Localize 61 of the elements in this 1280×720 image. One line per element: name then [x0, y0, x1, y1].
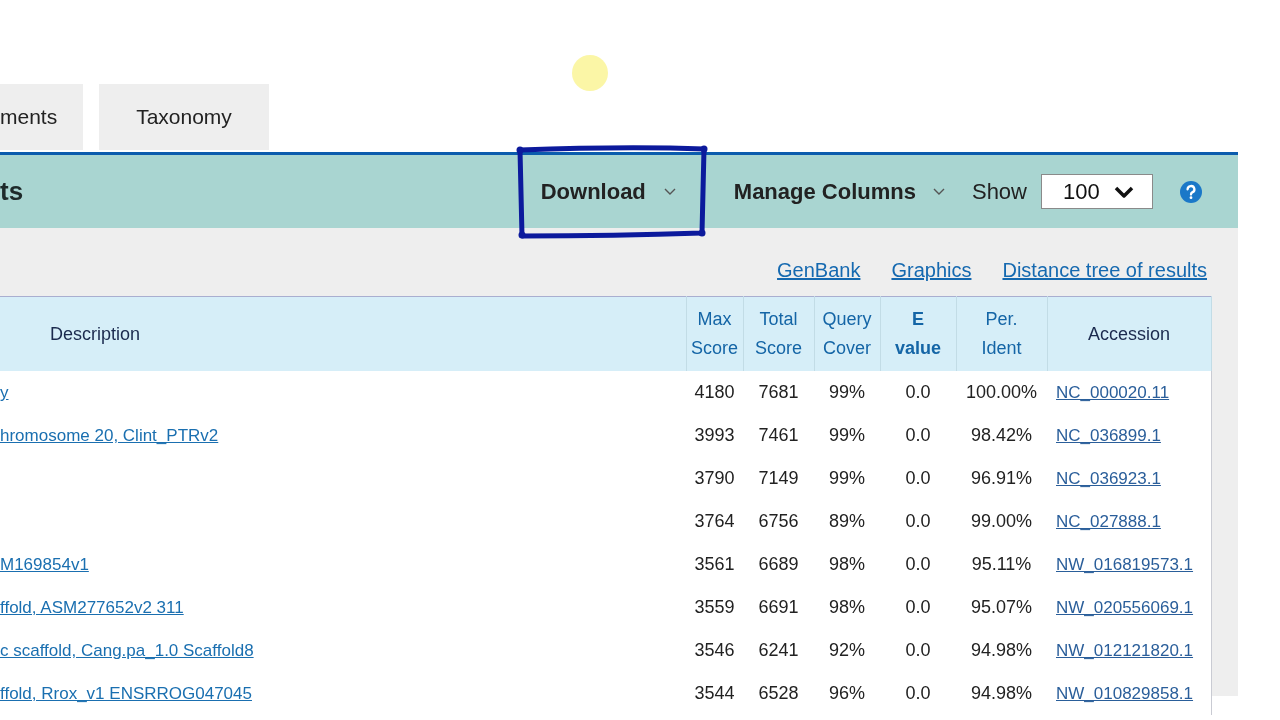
description-link[interactable]: ffold, Rrox_v1 ENSRROG047045	[0, 684, 252, 703]
table-cell: 6691	[743, 586, 814, 629]
table-cell: 92%	[814, 629, 880, 672]
results-link[interactable]: Distance tree of results	[1002, 259, 1207, 282]
tab[interactable]: ments	[0, 84, 83, 150]
table-cell: 0.0	[880, 586, 956, 629]
table-cell: 3993	[686, 414, 743, 457]
table-cell: 98%	[814, 543, 880, 586]
table-cell: 99.00%	[956, 500, 1047, 543]
table-cell: 7461	[743, 414, 814, 457]
table-cell: 0.0	[880, 371, 956, 414]
results-link[interactable]: Graphics	[891, 259, 972, 282]
table-cell: 0.0	[880, 414, 956, 457]
table-cell: 3790	[686, 457, 743, 500]
table-cell: 6241	[743, 629, 814, 672]
show-select[interactable]: 100	[1041, 174, 1153, 209]
table-cell: 89%	[814, 500, 880, 543]
description-link[interactable]: y	[0, 383, 9, 402]
chevron-down-icon	[1114, 185, 1134, 198]
column-header: Accession	[1047, 296, 1211, 371]
column-header[interactable]: Max Score	[686, 296, 743, 371]
description-link[interactable]: M169854v1	[0, 555, 89, 574]
table-cell: 96.91%	[956, 457, 1047, 500]
column-header[interactable]: E value	[880, 296, 956, 371]
caret-icon	[663, 188, 676, 195]
column-header[interactable]: Query Cover	[814, 296, 880, 371]
table-cell: 0.0	[880, 629, 956, 672]
column-header[interactable]: Total Score	[743, 296, 814, 371]
table-cell: 0.0	[880, 500, 956, 543]
table-cell: 98%	[814, 586, 880, 629]
help-icon[interactable]	[1180, 180, 1202, 203]
show-label: Show	[971, 178, 1027, 205]
table-cell: 98.42%	[956, 414, 1047, 457]
panel-title: ts	[0, 176, 24, 207]
description-link[interactable]: ffold, ASM277652v2 311	[0, 598, 184, 617]
table-cell: 95.11%	[956, 543, 1047, 586]
column-header[interactable]: Per. Ident	[956, 296, 1047, 371]
table-cell: 95.07%	[956, 586, 1047, 629]
table-cell: 0.0	[880, 457, 956, 500]
description-link[interactable]: c scaffold, Cang.pa_1.0 Scaffold8	[0, 641, 254, 660]
table-cell: 4180	[686, 371, 743, 414]
table-cell: 94.98%	[956, 629, 1047, 672]
table-cell: 3546	[686, 629, 743, 672]
table-cell: 6756	[743, 500, 814, 543]
results-link[interactable]: GenBank	[777, 259, 861, 282]
column-header: Description	[0, 296, 686, 371]
table-cell: 99%	[814, 414, 880, 457]
table-cell: 99%	[814, 371, 880, 414]
table-cell: 0.0	[880, 543, 956, 586]
table-cell: 7681	[743, 371, 814, 414]
table-cell: 7149	[743, 457, 814, 500]
table-cell: 3561	[686, 543, 743, 586]
manage-columns-button[interactable]: Manage Columns	[733, 178, 945, 205]
tab[interactable]: Taxonomy	[99, 84, 269, 150]
caret-icon	[932, 188, 945, 195]
table-cell: 6689	[743, 543, 814, 586]
table-cell: 3764	[686, 500, 743, 543]
table-cell: 100.00%	[956, 371, 1047, 414]
description-link[interactable]: hromosome 20, Clint_PTRv2	[0, 426, 219, 445]
table-cell: 99%	[814, 457, 880, 500]
table-cell: 3559	[686, 586, 743, 629]
